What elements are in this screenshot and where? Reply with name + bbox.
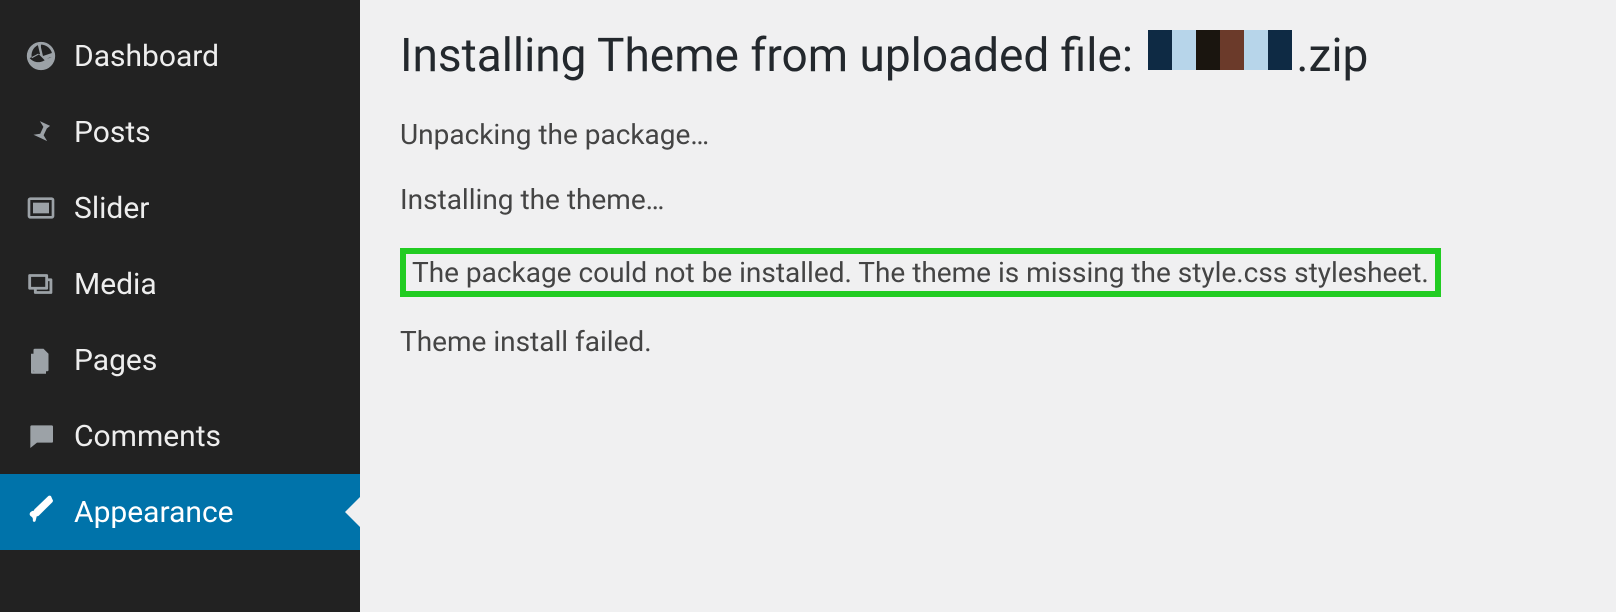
title-suffix: .zip [1296,29,1368,83]
brush-icon [18,492,64,532]
dashboard-icon [18,36,64,76]
sidebar-item-comments[interactable]: Comments [0,398,360,474]
slider-icon [18,188,64,228]
sidebar-item-label: Slider [74,191,149,226]
sidebar-item-dashboard[interactable]: Dashboard [0,18,360,94]
sidebar-item-label: Posts [74,115,151,150]
status-installing: Installing the theme… [400,183,1576,216]
sidebar-item-pages[interactable]: Pages [0,322,360,398]
sidebar-item-slider[interactable]: Slider [0,170,360,246]
sidebar-item-label: Dashboard [74,39,219,74]
sidebar-item-posts[interactable]: Posts [0,94,360,170]
status-unpacking: Unpacking the package… [400,118,1576,151]
sidebar-item-media[interactable]: Media [0,246,360,322]
sidebar-item-appearance[interactable]: Appearance [0,474,360,550]
title-prefix: Installing Theme from uploaded file: [400,29,1144,83]
status-failed: Theme install failed. [400,325,1576,358]
pin-icon [18,112,64,152]
sidebar-item-label: Comments [74,419,221,454]
status-error-highlighted: The package could not be installed. The … [400,248,1441,297]
main-content: Installing Theme from uploaded file: .zi… [360,0,1616,612]
pages-icon [18,340,64,380]
filename-redacted [1148,28,1292,82]
sidebar-item-label: Media [74,267,157,302]
sidebar-item-label: Pages [74,343,157,378]
admin-sidebar: Dashboard Posts Slider Media Pages Comme… [0,0,360,612]
comments-icon [18,416,64,456]
page-title: Installing Theme from uploaded file: .zi… [400,28,1576,90]
sidebar-item-label: Appearance [74,495,234,530]
media-icon [18,264,64,304]
